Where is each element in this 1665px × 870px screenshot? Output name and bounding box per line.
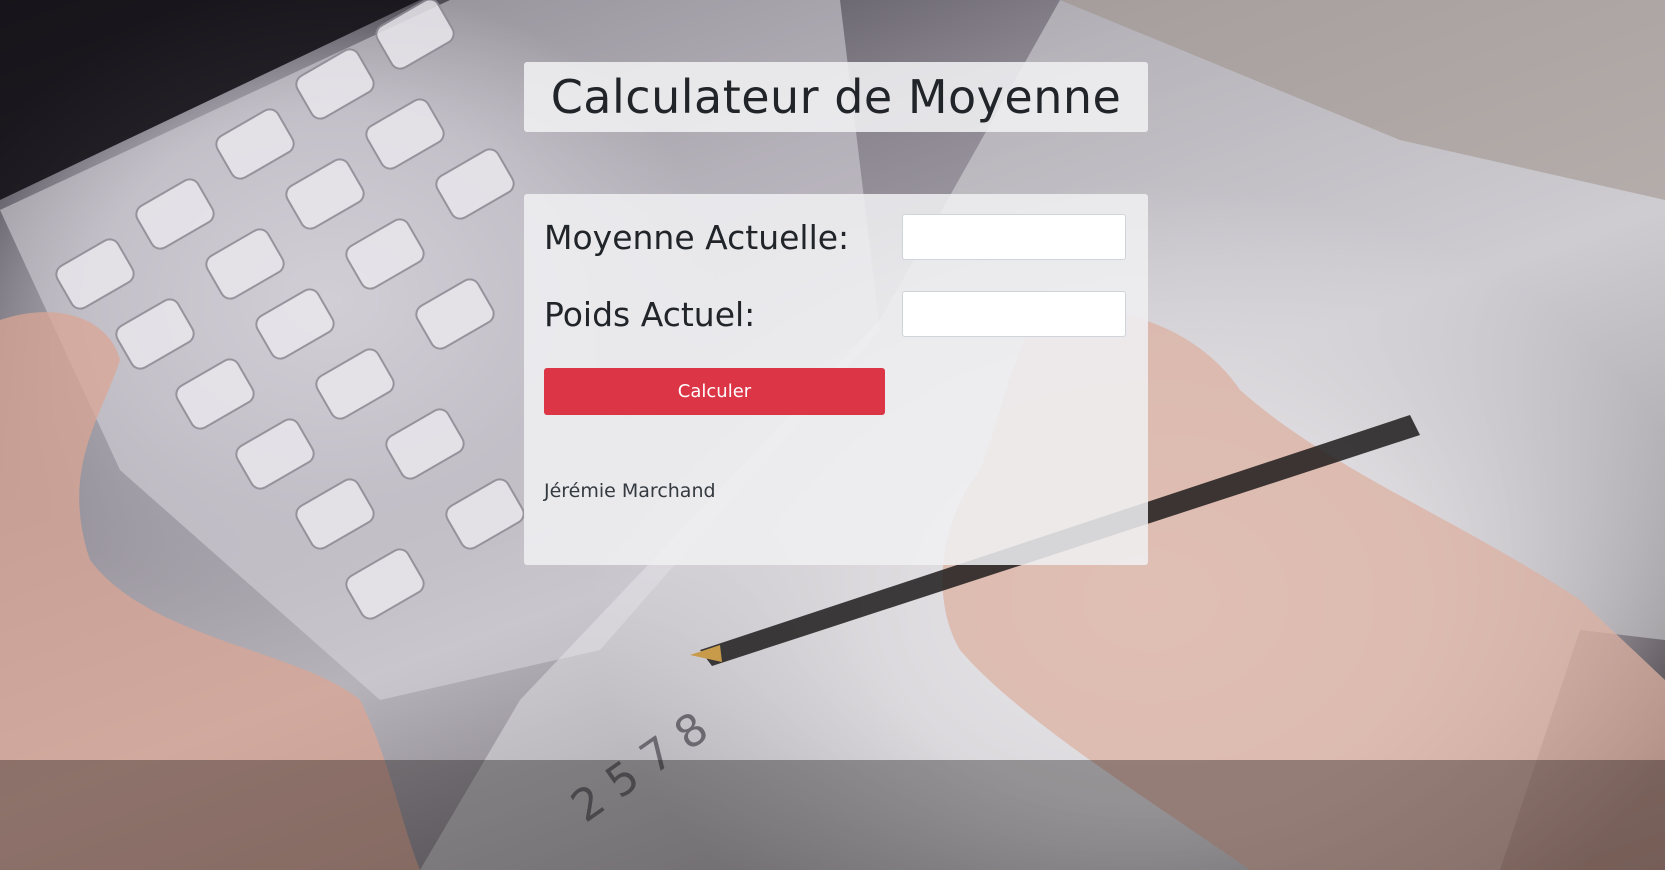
- current-weight-input[interactable]: [902, 291, 1126, 337]
- current-weight-label: Poids Actuel:: [544, 295, 756, 334]
- page-title: Calculateur de Moyenne: [550, 70, 1122, 124]
- current-weight-row: Poids Actuel:: [544, 291, 1126, 337]
- author-name: Jérémie Marchand: [544, 480, 716, 502]
- average-form: Moyenne Actuelle: Poids Actuel: Calculer…: [524, 194, 1148, 565]
- page: 2 5 7 8 Calculateur de Moyenne Moyenne A…: [0, 0, 1665, 870]
- title-box: Calculateur de Moyenne: [524, 62, 1148, 132]
- calculate-button[interactable]: Calculer: [544, 368, 885, 415]
- current-average-input[interactable]: [902, 214, 1126, 260]
- current-average-row: Moyenne Actuelle:: [544, 214, 1126, 260]
- current-average-label: Moyenne Actuelle:: [544, 218, 850, 257]
